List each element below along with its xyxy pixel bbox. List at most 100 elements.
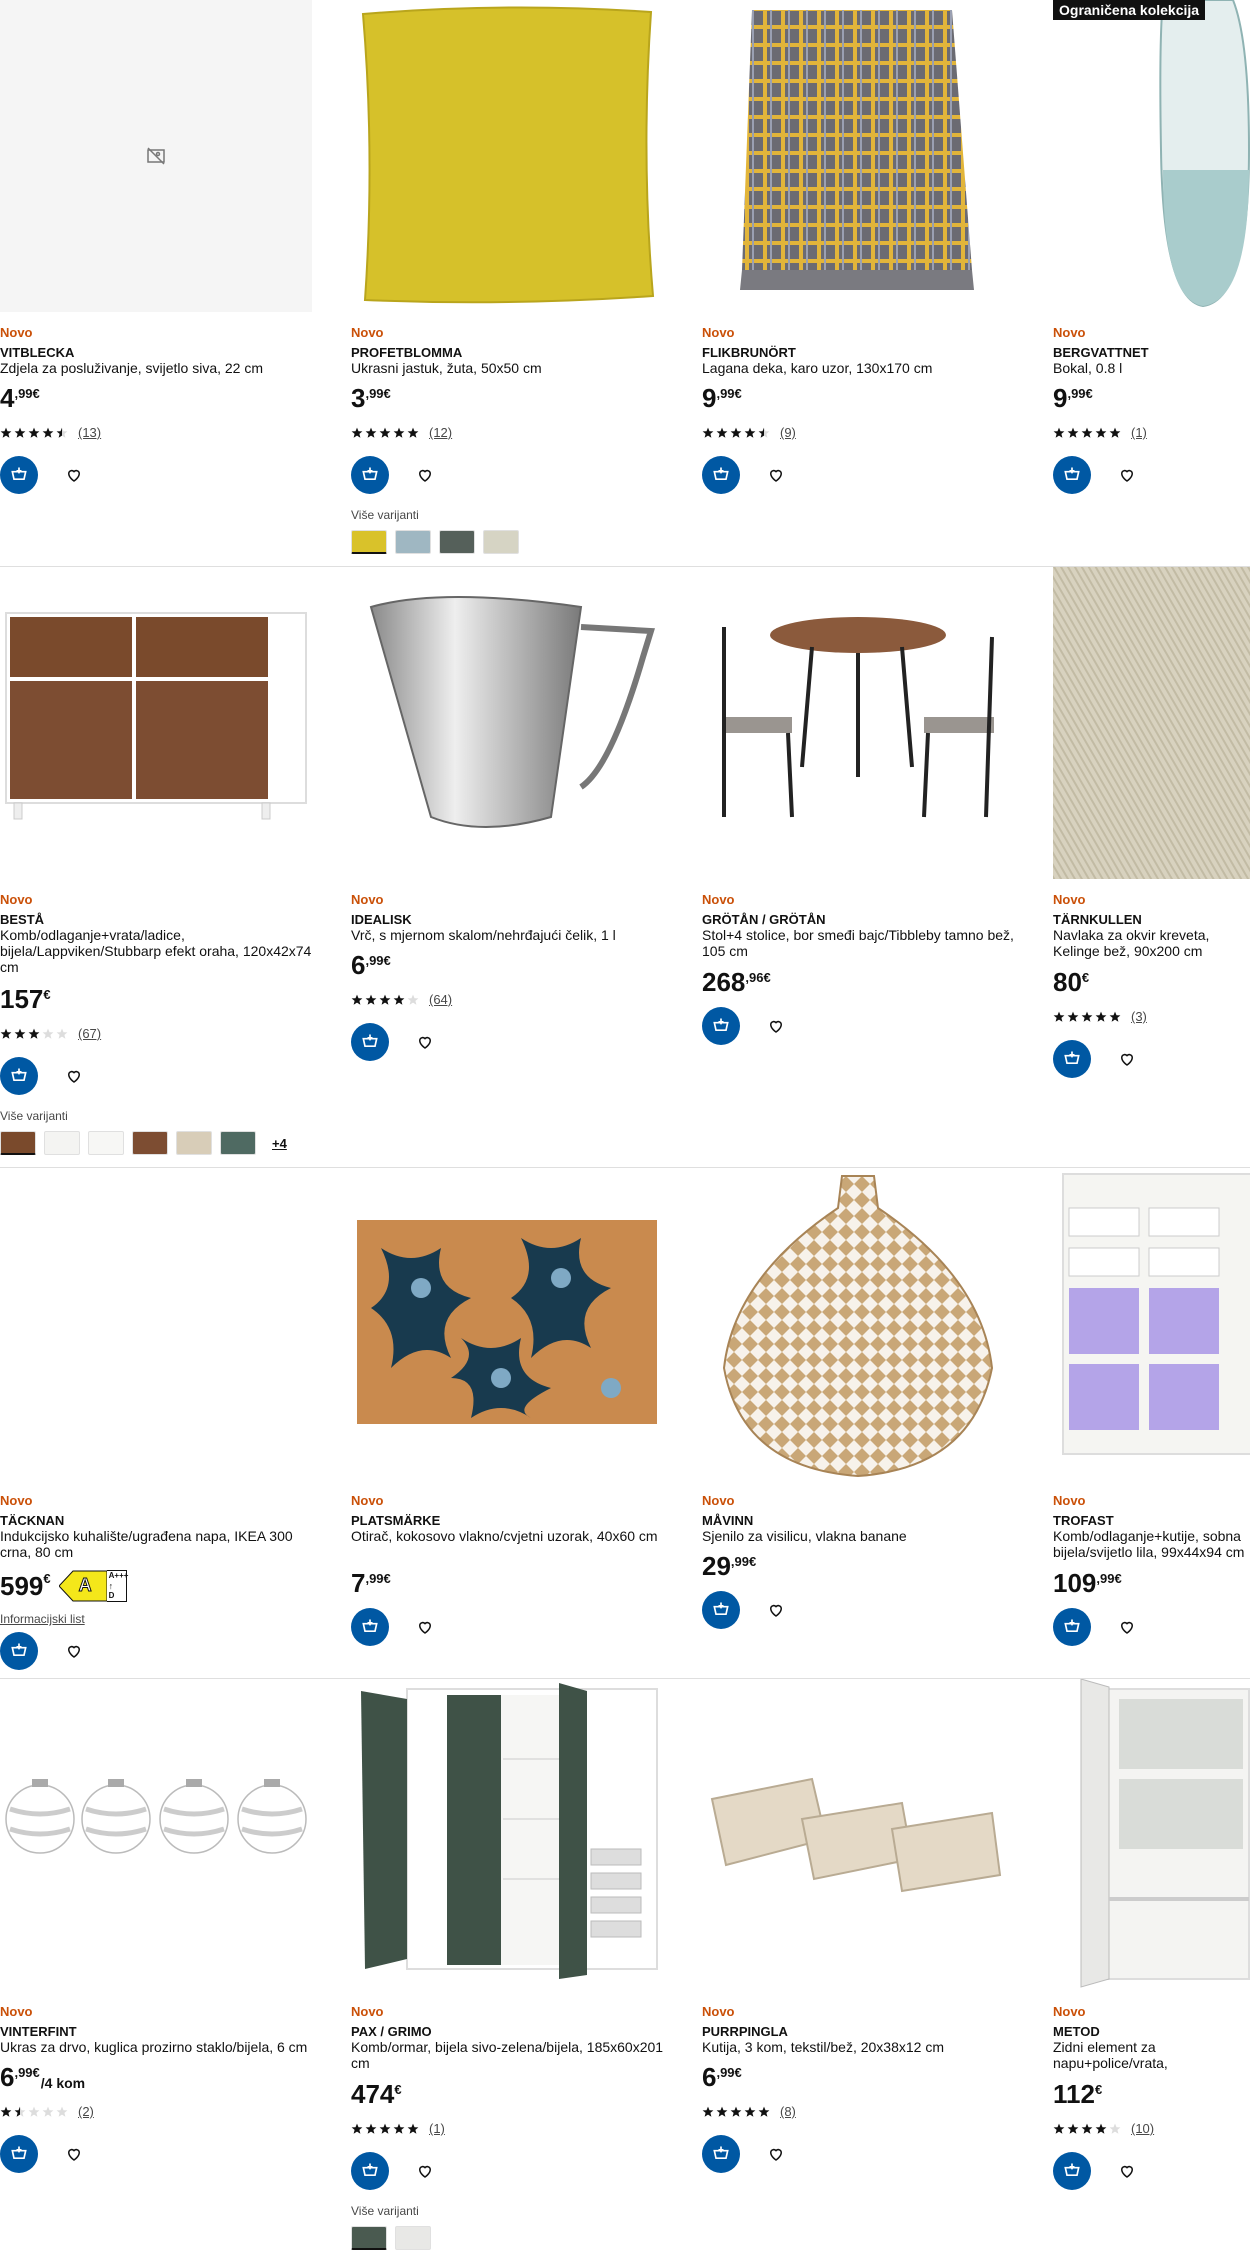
add-to-cart-button[interactable] — [0, 2135, 38, 2173]
product-image[interactable] — [351, 567, 663, 879]
review-count[interactable]: (12) — [429, 425, 452, 440]
more-variants-link[interactable]: +4 — [272, 1136, 287, 1151]
variant-swatch[interactable] — [395, 2226, 431, 2250]
product-card-trofast[interactable]: Novo TROFAST Komb/odlaganje+kutije, sobn… — [1053, 1168, 1250, 1678]
product-image[interactable] — [0, 1679, 312, 1991]
product-image[interactable] — [351, 1679, 663, 1991]
product-name[interactable]: GRÖTÅN / GRÖTÅN — [702, 912, 826, 927]
review-count[interactable]: (64) — [429, 992, 452, 1007]
product-image[interactable] — [1053, 0, 1250, 312]
variant-swatch[interactable] — [0, 1131, 36, 1155]
favourite-button[interactable] — [64, 2144, 84, 2164]
product-name[interactable]: VINTERFINT — [0, 2024, 77, 2039]
add-to-cart-button[interactable] — [1053, 1040, 1091, 1078]
product-name[interactable]: BERGVATTNET — [1053, 345, 1149, 360]
add-to-cart-button[interactable] — [1053, 1608, 1091, 1646]
favourite-button[interactable] — [766, 2144, 786, 2164]
review-count[interactable]: (1) — [429, 2121, 445, 2136]
favourite-button[interactable] — [1117, 465, 1137, 485]
add-to-cart-button[interactable] — [702, 1007, 740, 1045]
variant-swatch[interactable] — [483, 530, 519, 554]
product-card-purrpingla[interactable]: Novo PURRPINGLA Kutija, 3 kom, tekstil/b… — [702, 1679, 1053, 2266]
product-image[interactable] — [1053, 1679, 1250, 1991]
variant-swatch[interactable] — [351, 2226, 387, 2250]
product-image[interactable] — [1053, 567, 1250, 879]
review-count[interactable]: (3) — [1131, 1009, 1147, 1024]
review-count[interactable]: (8) — [780, 2104, 796, 2119]
variant-swatch[interactable] — [395, 530, 431, 554]
review-count[interactable]: (10) — [1131, 2121, 1154, 2136]
add-to-cart-button[interactable] — [351, 1023, 389, 1061]
product-name[interactable]: FLIKBRUNÖRT — [702, 345, 796, 360]
rating[interactable]: (3) — [1053, 1009, 1147, 1024]
favourite-button[interactable] — [415, 1617, 435, 1637]
variant-swatch[interactable] — [351, 530, 387, 554]
favourite-button[interactable] — [766, 1016, 786, 1036]
variant-swatch[interactable] — [439, 530, 475, 554]
product-name[interactable]: BESTÅ — [0, 912, 44, 927]
product-card-profetblomma[interactable]: Novo PROFETBLOMMA Ukrasni jastuk, žuta, … — [351, 0, 702, 566]
rating[interactable]: (12) — [351, 425, 452, 440]
product-image[interactable] — [1053, 1168, 1250, 1480]
product-card-mavinn[interactable]: Novo MÅVINN Sjenilo za visilicu, vlakna … — [702, 1168, 1053, 1678]
product-card-metod[interactable]: Novo METOD Zidni element za napu+police/… — [1053, 1679, 1250, 2266]
product-card-vitblecka[interactable]: Novo VITBLECKA Zdjela za posluživanje, s… — [0, 0, 351, 566]
product-card-tarnkullen[interactable]: Novo TÄRNKULLEN Navlaka za okvir kreveta… — [1053, 567, 1250, 1167]
favourite-button[interactable] — [415, 1032, 435, 1052]
product-card-bergvattnet[interactable]: Ograničena kolekcija Novo BERGVATTNET Bo… — [1053, 0, 1250, 566]
favourite-button[interactable] — [64, 1066, 84, 1086]
add-to-cart-button[interactable] — [351, 456, 389, 494]
review-count[interactable]: (2) — [78, 2104, 94, 2119]
info-sheet-link[interactable]: Informacijski list — [0, 1612, 85, 1626]
add-to-cart-button[interactable] — [702, 1591, 740, 1629]
rating[interactable]: (13) — [0, 425, 101, 440]
product-image-placeholder[interactable] — [0, 0, 312, 312]
favourite-button[interactable] — [766, 465, 786, 485]
rating[interactable]: (10) — [1053, 2121, 1154, 2136]
favourite-button[interactable] — [64, 465, 84, 485]
product-name[interactable]: VITBLECKA — [0, 345, 74, 360]
product-card-tacknan[interactable]: Novo TÄCKNAN Indukcijsko kuhalište/ugrađ… — [0, 1168, 351, 1678]
product-name[interactable]: TÄCKNAN — [0, 1513, 64, 1528]
variant-swatch[interactable] — [44, 1131, 80, 1155]
product-name[interactable]: PURRPINGLA — [702, 2024, 788, 2039]
product-card-idealisk[interactable]: Novo IDEALISK Vrč, s mjernom skalom/nehr… — [351, 567, 702, 1167]
rating[interactable]: (1) — [351, 2121, 445, 2136]
product-name[interactable]: MÅVINN — [702, 1513, 753, 1528]
rating[interactable]: (8) — [702, 2104, 796, 2119]
product-name[interactable]: PLATSMÄRKE — [351, 1513, 440, 1528]
product-image[interactable] — [702, 567, 1014, 879]
favourite-button[interactable] — [1117, 2161, 1137, 2181]
add-to-cart-button[interactable] — [702, 2135, 740, 2173]
product-card-grotan[interactable]: Novo GRÖTÅN / GRÖTÅN Stol+4 stolice, bor… — [702, 567, 1053, 1167]
product-name[interactable]: TROFAST — [1053, 1513, 1114, 1528]
energy-label[interactable]: A A+++ ↑ D — [57, 1570, 128, 1602]
add-to-cart-button[interactable] — [351, 1608, 389, 1646]
add-to-cart-button[interactable] — [0, 1632, 38, 1670]
add-to-cart-button[interactable] — [0, 456, 38, 494]
rating[interactable]: (1) — [1053, 425, 1147, 440]
favourite-button[interactable] — [1117, 1617, 1137, 1637]
product-card-besta[interactable]: Novo BESTÅ Komb/odlaganje+vrata/ladice, … — [0, 567, 351, 1167]
variant-swatch[interactable] — [88, 1131, 124, 1155]
product-image[interactable] — [0, 1168, 312, 1480]
review-count[interactable]: (1) — [1131, 425, 1147, 440]
product-name[interactable]: PROFETBLOMMA — [351, 345, 462, 360]
product-name[interactable]: IDEALISK — [351, 912, 412, 927]
rating[interactable]: (67) — [0, 1026, 101, 1041]
add-to-cart-button[interactable] — [0, 1057, 38, 1095]
variant-swatch[interactable] — [176, 1131, 212, 1155]
favourite-button[interactable] — [766, 1600, 786, 1620]
rating[interactable]: (64) — [351, 992, 452, 1007]
review-count[interactable]: (13) — [78, 425, 101, 440]
variant-swatch[interactable] — [220, 1131, 256, 1155]
favourite-button[interactable] — [64, 1641, 84, 1661]
rating[interactable]: (2) — [0, 2104, 94, 2119]
add-to-cart-button[interactable] — [1053, 456, 1091, 494]
product-image[interactable] — [351, 1168, 663, 1480]
product-image[interactable] — [0, 567, 312, 879]
product-image[interactable] — [702, 1168, 1014, 1480]
product-name[interactable]: TÄRNKULLEN — [1053, 912, 1142, 927]
product-image[interactable] — [702, 0, 1014, 312]
add-to-cart-button[interactable] — [351, 2152, 389, 2190]
